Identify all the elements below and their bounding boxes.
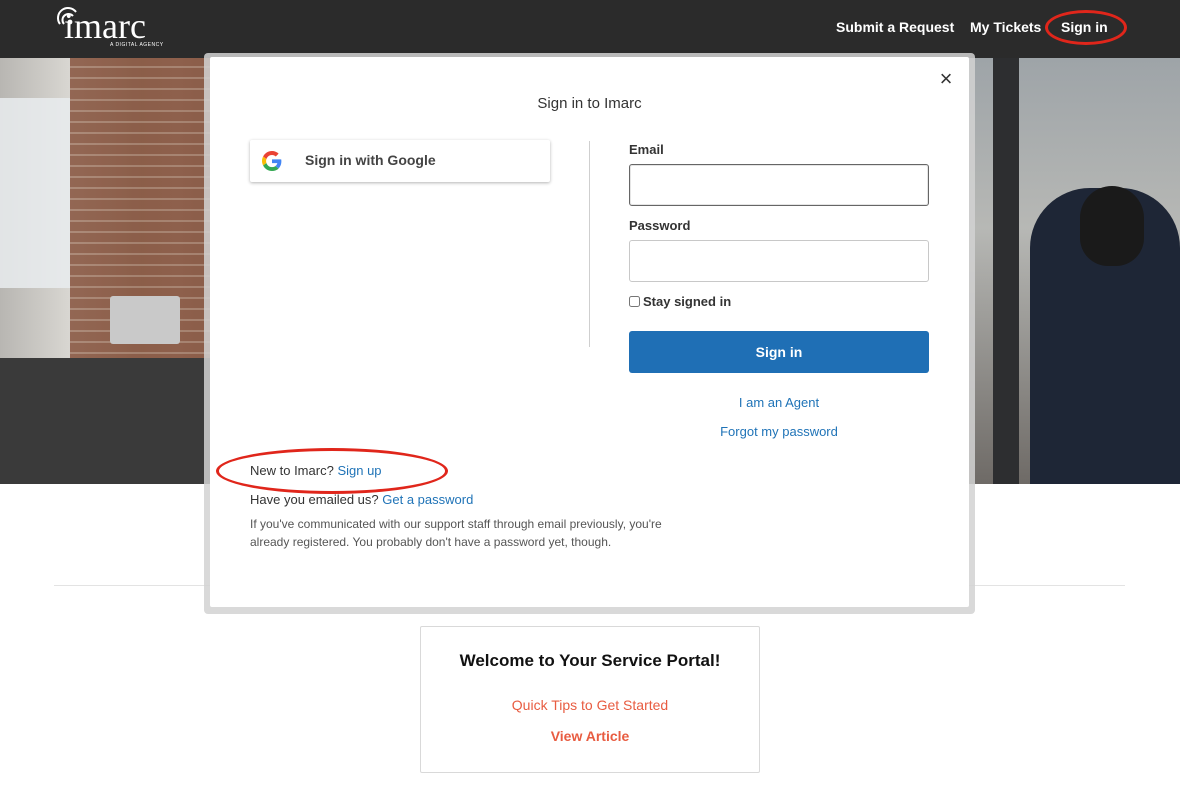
google-sign-in-button[interactable]: Sign in with Google bbox=[250, 140, 550, 182]
sign-in-modal: × Sign in to Imarc Sign in with Google E… bbox=[210, 57, 969, 607]
registration-note: If you've communicated with our support … bbox=[250, 517, 662, 549]
view-article-link[interactable]: View Article bbox=[421, 728, 759, 744]
welcome-title: Welcome to Your Service Portal! bbox=[459, 651, 721, 670]
get-password-link[interactable]: Get a password bbox=[382, 492, 473, 507]
annotation-circle-signin bbox=[1045, 10, 1127, 45]
agent-link[interactable]: I am an Agent bbox=[629, 395, 929, 410]
sign-in-button[interactable]: Sign in bbox=[629, 331, 929, 373]
password-field[interactable] bbox=[629, 240, 929, 282]
welcome-card: Welcome to Your Service Portal! Quick Ti… bbox=[420, 626, 760, 773]
nav-submit-request[interactable]: Submit a Request bbox=[836, 0, 954, 58]
nav-my-tickets[interactable]: My Tickets bbox=[970, 0, 1041, 58]
annotation-circle-signup bbox=[216, 448, 448, 494]
email-label: Email bbox=[629, 142, 664, 157]
close-icon[interactable]: × bbox=[936, 68, 956, 90]
imarc-logo[interactable]: imarc A DIGITAL AGENCY bbox=[52, 2, 172, 52]
emailed-us: Have you emailed us? Get a password bbox=[250, 492, 473, 507]
password-label: Password bbox=[629, 218, 691, 233]
google-sign-in-label: Sign in with Google bbox=[305, 152, 436, 168]
forgot-password-link[interactable]: Forgot my password bbox=[629, 424, 929, 439]
vertical-separator bbox=[589, 141, 590, 347]
logo-tagline: A DIGITAL AGENCY bbox=[110, 42, 164, 48]
modal-title: Sign in to Imarc bbox=[537, 95, 642, 112]
logo-text: imarc bbox=[64, 6, 146, 46]
stay-signed-in-label: Stay signed in bbox=[643, 294, 732, 309]
site-header: imarc A DIGITAL AGENCY Submit a Request … bbox=[0, 0, 1180, 58]
emailed-prefix: Have you emailed us? bbox=[250, 492, 379, 507]
stay-signed-in[interactable]: Stay signed in bbox=[629, 294, 731, 309]
google-icon bbox=[262, 151, 282, 171]
email-field[interactable] bbox=[629, 164, 929, 206]
quick-tips-link[interactable]: Quick Tips to Get Started bbox=[421, 697, 759, 713]
stay-signed-in-checkbox[interactable] bbox=[629, 296, 640, 307]
